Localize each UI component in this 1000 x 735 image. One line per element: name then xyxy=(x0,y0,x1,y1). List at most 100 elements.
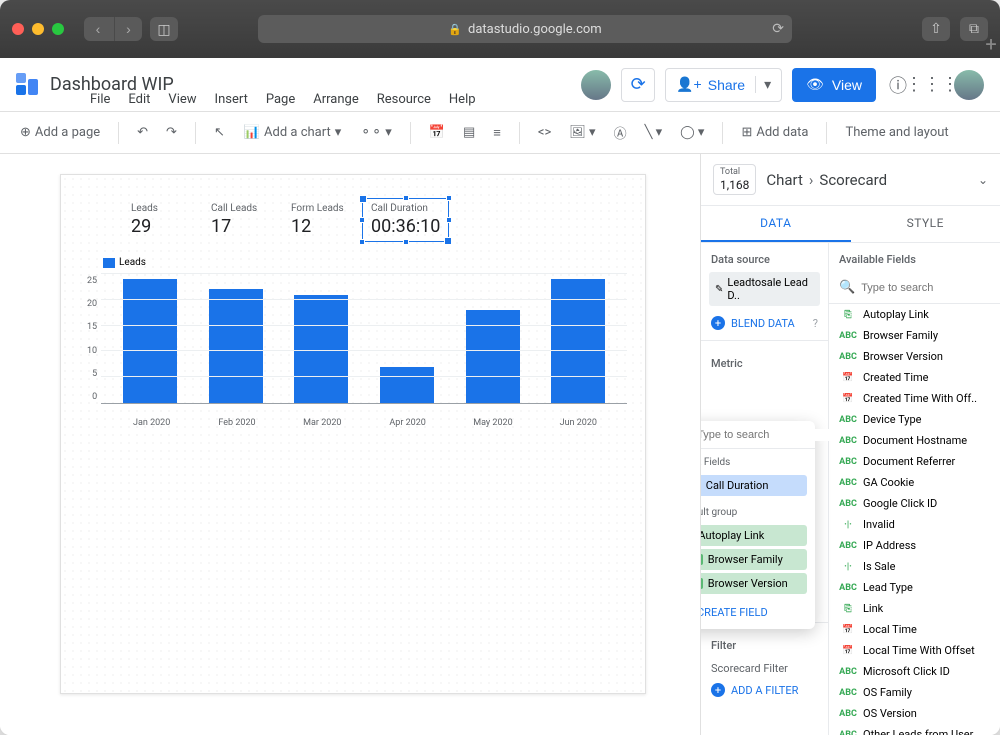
metric-field[interactable]: 123Call Duration xyxy=(701,475,807,496)
select-tool[interactable]: ↖ xyxy=(208,119,231,147)
add-chart-button[interactable]: 📊 Add a chart ▾ xyxy=(237,119,348,147)
menu-edit[interactable]: Edit xyxy=(128,92,150,107)
available-field[interactable]: ABCOS Version xyxy=(829,703,1000,724)
collaborator-avatar[interactable] xyxy=(581,70,611,100)
sidebar-toggle-icon[interactable]: ◫ xyxy=(150,17,178,41)
close-window-icon[interactable] xyxy=(12,23,24,35)
tab-style[interactable]: STYLE xyxy=(851,206,1000,242)
create-field-button[interactable]: +CREATE FIELD xyxy=(701,597,815,621)
report-canvas[interactable]: Leads29 Call Leads17 Form Leads12 Call Dura… xyxy=(60,174,646,694)
total-records: Total 1,168 xyxy=(713,164,756,195)
blend-data-button[interactable]: +BLEND DATA? xyxy=(701,312,828,334)
community-viz-button[interactable]: ⚬⚬ ▾ xyxy=(354,119,398,147)
available-field[interactable]: 📅Local Time xyxy=(829,619,1000,640)
maximize-window-icon[interactable] xyxy=(52,23,64,35)
lock-icon: 🔒 xyxy=(448,23,462,36)
account-avatar[interactable] xyxy=(954,70,984,100)
available-field[interactable]: ⎘Link xyxy=(829,598,1000,619)
data-control-icon[interactable]: ≡ xyxy=(487,119,507,147)
bar[interactable] xyxy=(380,367,434,403)
data-source-chip[interactable]: ✎Leadtosale Lead D.. xyxy=(709,272,820,306)
scorecard-call-leads[interactable]: Call Leads17 xyxy=(211,203,267,237)
available-field[interactable]: ABCDevice Type xyxy=(829,409,1000,430)
available-field[interactable]: ABCGA Cookie xyxy=(829,472,1000,493)
canvas-area[interactable]: Leads29 Call Leads17 Form Leads12 Call Dura… xyxy=(0,154,700,735)
available-field[interactable]: ABCDocument Referrer xyxy=(829,451,1000,472)
metric-picker-popup: 🔍 Chart Fields 123Call Duration Default … xyxy=(701,421,815,629)
menu-page[interactable]: Page xyxy=(266,92,295,107)
view-button[interactable]: 👁 View xyxy=(792,68,876,102)
available-field[interactable]: ABCBrowser Family xyxy=(829,325,1000,346)
menu-help[interactable]: Help xyxy=(449,92,476,107)
dimension-field[interactable]: ABCBrowser Version xyxy=(701,573,807,594)
undo-button[interactable]: ↶ xyxy=(131,119,154,147)
date-range-icon[interactable]: 📅 xyxy=(423,119,451,147)
bar-chart[interactable]: Leads 2520151050 Jan 2020Feb 2020Mar 202… xyxy=(87,257,627,437)
fields-search-input[interactable] xyxy=(861,282,1000,294)
share-button[interactable]: 👤+ Share ▾ xyxy=(665,68,782,102)
available-field[interactable]: ·|·Invalid xyxy=(829,514,1000,535)
redo-button[interactable]: ↷ xyxy=(160,119,183,147)
image-icon[interactable]: 🖼 ▾ xyxy=(563,119,601,147)
available-field[interactable]: 📅Created Time With Off.. xyxy=(829,388,1000,409)
new-tab-button[interactable]: + xyxy=(980,32,1000,56)
bar[interactable] xyxy=(551,279,605,403)
menu-resource[interactable]: Resource xyxy=(377,92,431,107)
shape-icon[interactable]: ◯ ▾ xyxy=(674,119,710,147)
text-icon[interactable]: Ⓐ xyxy=(608,119,633,147)
tab-data[interactable]: DATA xyxy=(701,206,851,242)
minimize-window-icon[interactable] xyxy=(32,23,44,35)
chevron-down-icon[interactable]: ⌄ xyxy=(978,173,988,187)
metric-search-input[interactable] xyxy=(701,429,839,441)
available-fields-label: Available Fields xyxy=(829,243,1000,272)
dimension-field[interactable]: ABCBrowser Family xyxy=(701,549,807,570)
menu-view[interactable]: View xyxy=(168,92,196,107)
available-field[interactable]: 📅Created Time xyxy=(829,367,1000,388)
available-field[interactable]: ABCBrowser Version xyxy=(829,346,1000,367)
toolbar: ⊕ Add a page ↶ ↷ ↖ 📊 Add a chart ▾ ⚬⚬ ▾ … xyxy=(0,112,1000,154)
available-field[interactable]: ABCOS Family xyxy=(829,682,1000,703)
metric-search[interactable]: 🔍 xyxy=(701,421,815,449)
scorecard-call-duration[interactable]: Call Duration00:36:10 xyxy=(362,198,449,242)
theme-layout-button[interactable]: Theme and layout xyxy=(839,119,954,147)
available-field[interactable]: ⎘Autoplay Link xyxy=(829,304,1000,325)
available-field[interactable]: ABCGoogle Click ID xyxy=(829,493,1000,514)
available-field[interactable]: ABCDocument Hostname xyxy=(829,430,1000,451)
add-page-button[interactable]: ⊕ Add a page xyxy=(14,119,106,147)
available-field[interactable]: ABCLead Type xyxy=(829,577,1000,598)
forward-button[interactable]: › xyxy=(114,17,142,41)
bar[interactable] xyxy=(209,289,263,403)
menu-arrange[interactable]: Arrange xyxy=(313,92,358,107)
refresh-button[interactable]: ⟳ xyxy=(621,68,655,102)
data-source-label: Data source xyxy=(701,243,828,272)
bar[interactable] xyxy=(294,295,348,403)
available-field[interactable]: 📅Local Time With Offset xyxy=(829,640,1000,661)
reload-icon[interactable]: ⟳ xyxy=(772,21,784,37)
available-field[interactable]: ABCIP Address xyxy=(829,535,1000,556)
share-icon[interactable]: ⇧ xyxy=(922,17,950,41)
filter-control-icon[interactable]: ▤ xyxy=(457,119,481,147)
add-data-button[interactable]: ⊞ Add data xyxy=(735,119,814,147)
menu-file[interactable]: File xyxy=(90,92,110,107)
address-bar[interactable]: 🔒 datastudio.google.com ⟳ xyxy=(258,15,792,43)
plus-icon: + xyxy=(711,316,725,330)
available-field[interactable]: ABCOther Leads from User xyxy=(829,724,1000,735)
back-button[interactable]: ‹ xyxy=(84,17,112,41)
dimension-field[interactable]: ⎘Autoplay Link xyxy=(701,525,807,546)
available-field[interactable]: ·|·Is Sale xyxy=(829,556,1000,577)
bar[interactable] xyxy=(123,279,177,403)
add-filter-button[interactable]: +ADD A FILTER xyxy=(701,679,828,701)
scorecard-form-leads[interactable]: Form Leads12 xyxy=(291,203,347,237)
help-icon[interactable]: ? xyxy=(813,317,818,330)
embed-icon[interactable]: <> xyxy=(532,119,557,147)
line-icon[interactable]: ╲ ▾ xyxy=(639,119,669,147)
panel-breadcrumb[interactable]: Chart›Scorecard xyxy=(766,171,887,189)
fields-search[interactable]: 🔍 xyxy=(829,272,1000,304)
chevron-down-icon[interactable]: ▾ xyxy=(755,76,771,93)
apps-grid-icon[interactable]: ⋮⋮⋮ xyxy=(920,73,944,97)
menu-insert[interactable]: Insert xyxy=(215,92,248,107)
datastudio-logo-icon[interactable] xyxy=(16,73,40,97)
scorecard-leads[interactable]: Leads29 xyxy=(131,203,187,237)
default-group-label: Default group xyxy=(701,499,815,522)
available-field[interactable]: ABCMicrosoft Click ID xyxy=(829,661,1000,682)
